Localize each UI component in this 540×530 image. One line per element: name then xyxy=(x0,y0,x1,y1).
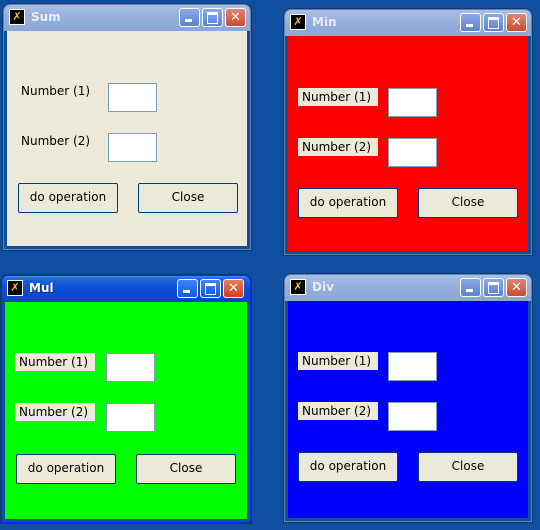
maximize-icon[interactable] xyxy=(200,279,221,298)
min-title-bar[interactable]: ✗ Min ✕ xyxy=(285,10,531,36)
mul-content: Number (1) Number (2) do operation Close xyxy=(5,302,247,519)
do-operation-button[interactable]: do operation xyxy=(18,183,118,213)
app-icon: ✗ xyxy=(290,14,306,30)
number-1-label: Number (1) xyxy=(298,352,378,370)
min-window[interactable]: ✗ Min ✕ Number (1) Number (2) do operati… xyxy=(284,9,532,255)
div-content: Number (1) Number (2) do operation Close xyxy=(288,301,528,518)
sum-content: Number (1) Number (2) do operation Close xyxy=(7,31,247,246)
app-icon: ✗ xyxy=(290,279,306,295)
maximize-icon[interactable] xyxy=(483,13,504,32)
number-1-field[interactable] xyxy=(388,352,437,381)
close-button[interactable]: Close xyxy=(138,183,238,213)
number-2-label: Number (2) xyxy=(298,138,378,156)
number-1-label: Number (1) xyxy=(298,88,378,106)
window-title: Min xyxy=(312,15,337,29)
close-icon[interactable]: ✕ xyxy=(506,13,527,32)
number-2-label: Number (2) xyxy=(15,403,95,421)
div-title-bar[interactable]: ✗ Div ✕ xyxy=(285,275,531,301)
close-button[interactable]: Close xyxy=(418,188,518,218)
window-title: Div xyxy=(312,280,334,294)
close-icon[interactable]: ✕ xyxy=(506,278,527,297)
number-2-field[interactable] xyxy=(388,138,437,167)
do-operation-button[interactable]: do operation xyxy=(298,452,398,482)
close-icon[interactable]: ✕ xyxy=(225,8,246,27)
min-content: Number (1) Number (2) do operation Close xyxy=(288,36,528,251)
div-window[interactable]: ✗ Div ✕ Number (1) Number (2) do operati… xyxy=(284,274,532,522)
number-1-label: Number (1) xyxy=(21,84,91,98)
minimize-icon[interactable] xyxy=(460,278,481,297)
minimize-icon[interactable] xyxy=(460,13,481,32)
number-2-field[interactable] xyxy=(388,402,437,431)
app-icon: ✗ xyxy=(9,9,25,25)
minimize-icon[interactable] xyxy=(177,279,198,298)
minimize-icon[interactable] xyxy=(179,8,200,27)
number-2-label: Number (2) xyxy=(21,134,91,148)
mul-title-bar[interactable]: ✗ Mul ✕ xyxy=(2,276,250,302)
number-2-field[interactable] xyxy=(106,403,155,432)
maximize-icon[interactable] xyxy=(202,8,223,27)
window-title: Sum xyxy=(31,10,61,24)
maximize-icon[interactable] xyxy=(483,278,504,297)
number-1-label: Number (1) xyxy=(15,353,95,371)
number-2-field[interactable] xyxy=(108,133,157,162)
sum-window[interactable]: ✗ Sum ✕ Number (1) Number (2) do operati… xyxy=(3,4,251,250)
number-1-field[interactable] xyxy=(388,88,437,117)
app-icon: ✗ xyxy=(7,280,23,296)
mul-window[interactable]: ✗ Mul ✕ Number (1) Number (2) do operati… xyxy=(1,275,251,523)
close-button[interactable]: Close xyxy=(136,454,236,484)
sum-title-bar[interactable]: ✗ Sum ✕ xyxy=(4,5,250,31)
window-title: Mul xyxy=(29,281,54,295)
close-icon[interactable]: ✕ xyxy=(223,279,244,298)
do-operation-button[interactable]: do operation xyxy=(16,454,116,484)
number-1-field[interactable] xyxy=(108,83,157,112)
number-1-field[interactable] xyxy=(106,353,155,382)
do-operation-button[interactable]: do operation xyxy=(298,188,398,218)
close-button[interactable]: Close xyxy=(418,452,518,482)
number-2-label: Number (2) xyxy=(298,402,378,420)
